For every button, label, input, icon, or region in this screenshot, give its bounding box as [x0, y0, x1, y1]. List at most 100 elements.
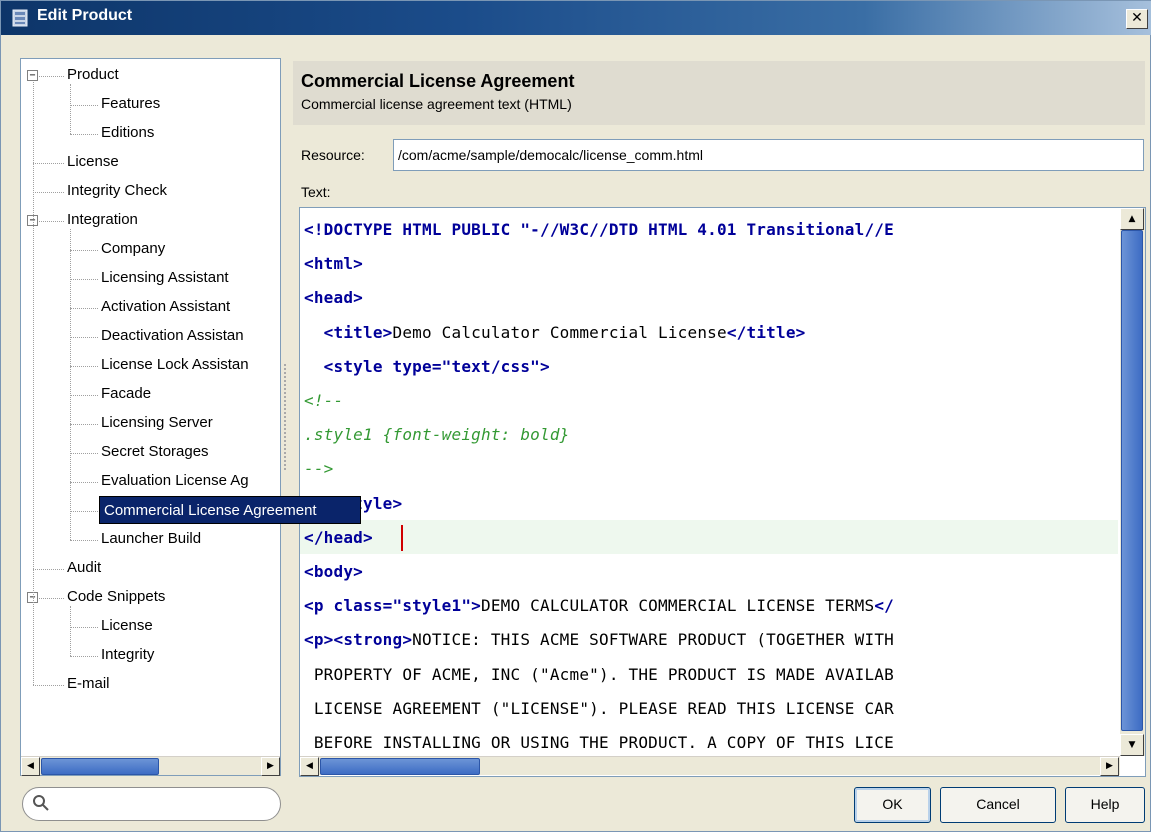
- tree-item[interactable]: Evaluation License Ag: [99, 468, 251, 494]
- tree-item[interactable]: License Lock Assistan: [99, 352, 251, 378]
- scroll-left-button[interactable]: ◀: [300, 757, 319, 776]
- tree-guide: [70, 84, 71, 134]
- code-line: <!--: [304, 384, 343, 418]
- product-tree[interactable]: Product − Features Editions License Integrity…: [20, 58, 281, 776]
- text-token: DEMO CALCULATOR COMMERCIAL LICENSE TERMS: [481, 596, 875, 616]
- ok-button[interactable]: OK: [854, 787, 931, 823]
- scroll-down-button[interactable]: ▼: [1120, 734, 1144, 756]
- tree-item[interactable]: Licensing Assistant: [99, 265, 231, 291]
- tree-item-label: License: [101, 617, 153, 634]
- tree-item-label: License Lock Assistan: [101, 356, 249, 373]
- tree-item-label: Launcher Build: [101, 530, 202, 547]
- code-line: PROPERTY OF ACME, INC ("Acme"). THE PROD…: [304, 658, 894, 692]
- tree-connector: [33, 685, 64, 686]
- tree-connector: [70, 105, 98, 106]
- text-token: BEFORE INSTALLING OR USING THE PRODUCT. …: [304, 733, 894, 752]
- tree-guide: [33, 82, 34, 685]
- search-input[interactable]: [22, 787, 281, 821]
- cancel-button[interactable]: Cancel: [940, 787, 1056, 823]
- close-button[interactable]: ✕: [1126, 9, 1148, 29]
- help-button[interactable]: Help: [1065, 787, 1145, 823]
- search-icon: [32, 794, 50, 817]
- window-title: Edit Product: [37, 7, 133, 24]
- tree-connector: [70, 337, 98, 338]
- tree-item[interactable]: Audit: [65, 555, 103, 581]
- tree-item[interactable]: Secret Storages: [99, 439, 211, 465]
- tree-item-label: Evaluation License Ag: [101, 472, 249, 489]
- tree-item[interactable]: Launcher Build: [99, 526, 203, 552]
- tree-connector: [70, 424, 98, 425]
- tree-connector: [70, 279, 98, 280]
- tree-item[interactable]: Licensing Server: [99, 410, 215, 436]
- tree-item[interactable]: Code Snippets: [65, 584, 167, 610]
- html-tag-token: <p><strong>: [304, 630, 413, 650]
- edit-product-dialog: Edit Product ✕ Product − Features Editions L…: [0, 0, 1151, 832]
- tree-item-label: Audit: [67, 559, 102, 576]
- code-line: <p><strong>NOTICE: THIS ACME SOFTWARE PR…: [304, 623, 894, 657]
- tree-item-label: Integration: [67, 211, 138, 228]
- comment-token: <!--: [304, 391, 344, 410]
- tree-item-label: Licensing Assistant: [101, 269, 229, 286]
- html-tag-token: </head>: [304, 527, 373, 547]
- tree-item[interactable]: Features: [99, 91, 162, 117]
- split-pane-divider[interactable]: [284, 364, 288, 470]
- tree-item[interactable]: Facade: [99, 381, 153, 407]
- tree-item[interactable]: Product: [65, 62, 121, 88]
- code-line: <head>: [304, 281, 363, 315]
- scroll-right-button[interactable]: ▶: [1100, 757, 1119, 776]
- tree-connector: [70, 250, 98, 251]
- tree-item-label: Product: [67, 66, 119, 83]
- title-bar[interactable]: Edit Product ✕: [1, 1, 1151, 35]
- text-token: PROPERTY OF ACME, INC ("Acme"). THE PROD…: [304, 664, 894, 684]
- panel-title: Commercial License Agreement: [301, 71, 575, 91]
- tree-item-tooltip: Commercial License Agreement: [99, 496, 361, 524]
- scroll-thumb[interactable]: [41, 758, 159, 775]
- code-line: .style1 {font-weight: bold}: [304, 418, 570, 452]
- tree-item-label: Licensing Server: [101, 414, 213, 431]
- tree-item[interactable]: License: [65, 149, 121, 175]
- tree-item-label: License: [67, 153, 119, 170]
- tree-connector: [70, 627, 98, 628]
- tree-item[interactable]: Company: [99, 236, 167, 262]
- tree-item[interactable]: Integrity Check: [65, 178, 169, 204]
- tree-item[interactable]: Deactivation Assistan: [99, 323, 246, 349]
- tree-connector: [70, 395, 98, 396]
- tree-connector: [70, 656, 98, 657]
- code-line: LICENSE AGREEMENT ("LICENSE"). PLEASE RE…: [304, 692, 894, 726]
- tree-item-label: Integrity Check: [67, 182, 168, 199]
- text-token: LICENSE AGREEMENT ("LICENSE"). PLEASE RE…: [304, 698, 894, 718]
- scroll-thumb[interactable]: [320, 758, 480, 775]
- tree-item-label: Secret Storages: [101, 443, 209, 460]
- tree-item-label: Company: [101, 240, 166, 257]
- tree-connector: [70, 482, 98, 483]
- html-text-editor[interactable]: <!DOCTYPE HTML PUBLIC "-//W3C//DTD HTML …: [299, 207, 1146, 777]
- scroll-right-button[interactable]: ▶: [261, 757, 280, 776]
- tree-item[interactable]: Activation Assistant: [99, 294, 232, 320]
- html-tag-token: <style type="text/css">: [323, 356, 550, 376]
- tree-item[interactable]: E-mail: [65, 671, 112, 697]
- tree-item[interactable]: Integration: [65, 207, 140, 233]
- comment-token: -->: [304, 459, 334, 479]
- scroll-up-button[interactable]: ▲: [1120, 208, 1144, 230]
- tree-horizontal-scrollbar[interactable]: ◀ ▶: [21, 756, 280, 776]
- tree-guide: [70, 606, 71, 656]
- editor-horizontal-scrollbar[interactable]: ◀ ▶: [300, 756, 1120, 776]
- scroll-thumb[interactable]: [1121, 230, 1143, 731]
- html-tag-token: <body>: [304, 562, 363, 581]
- resource-field[interactable]: /com/acme/sample/democalc/license_comm.h…: [393, 139, 1144, 171]
- tree-item[interactable]: License: [99, 613, 155, 639]
- tree-connector: [70, 540, 98, 541]
- code-line: <style type="text/css">: [304, 350, 550, 384]
- editor-vertical-scrollbar[interactable]: ▲ ▼: [1120, 208, 1145, 756]
- text-token: NOTICE: THIS ACME SOFTWARE PRODUCT (TOGE…: [412, 630, 894, 650]
- tree-item[interactable]: Integrity: [99, 642, 156, 668]
- tree-item-label: E-mail: [67, 675, 110, 692]
- collapse-toggle-icon[interactable]: −: [27, 70, 38, 81]
- tree-item-label: Activation Assistant: [101, 298, 231, 315]
- code-line: BEFORE INSTALLING OR USING THE PRODUCT. …: [304, 726, 894, 760]
- code-line: </head>: [304, 521, 373, 555]
- scroll-left-button[interactable]: ◀: [21, 757, 40, 776]
- tree-connector: [70, 308, 98, 309]
- text-caret: [401, 524, 403, 551]
- tree-item[interactable]: Editions: [99, 120, 156, 146]
